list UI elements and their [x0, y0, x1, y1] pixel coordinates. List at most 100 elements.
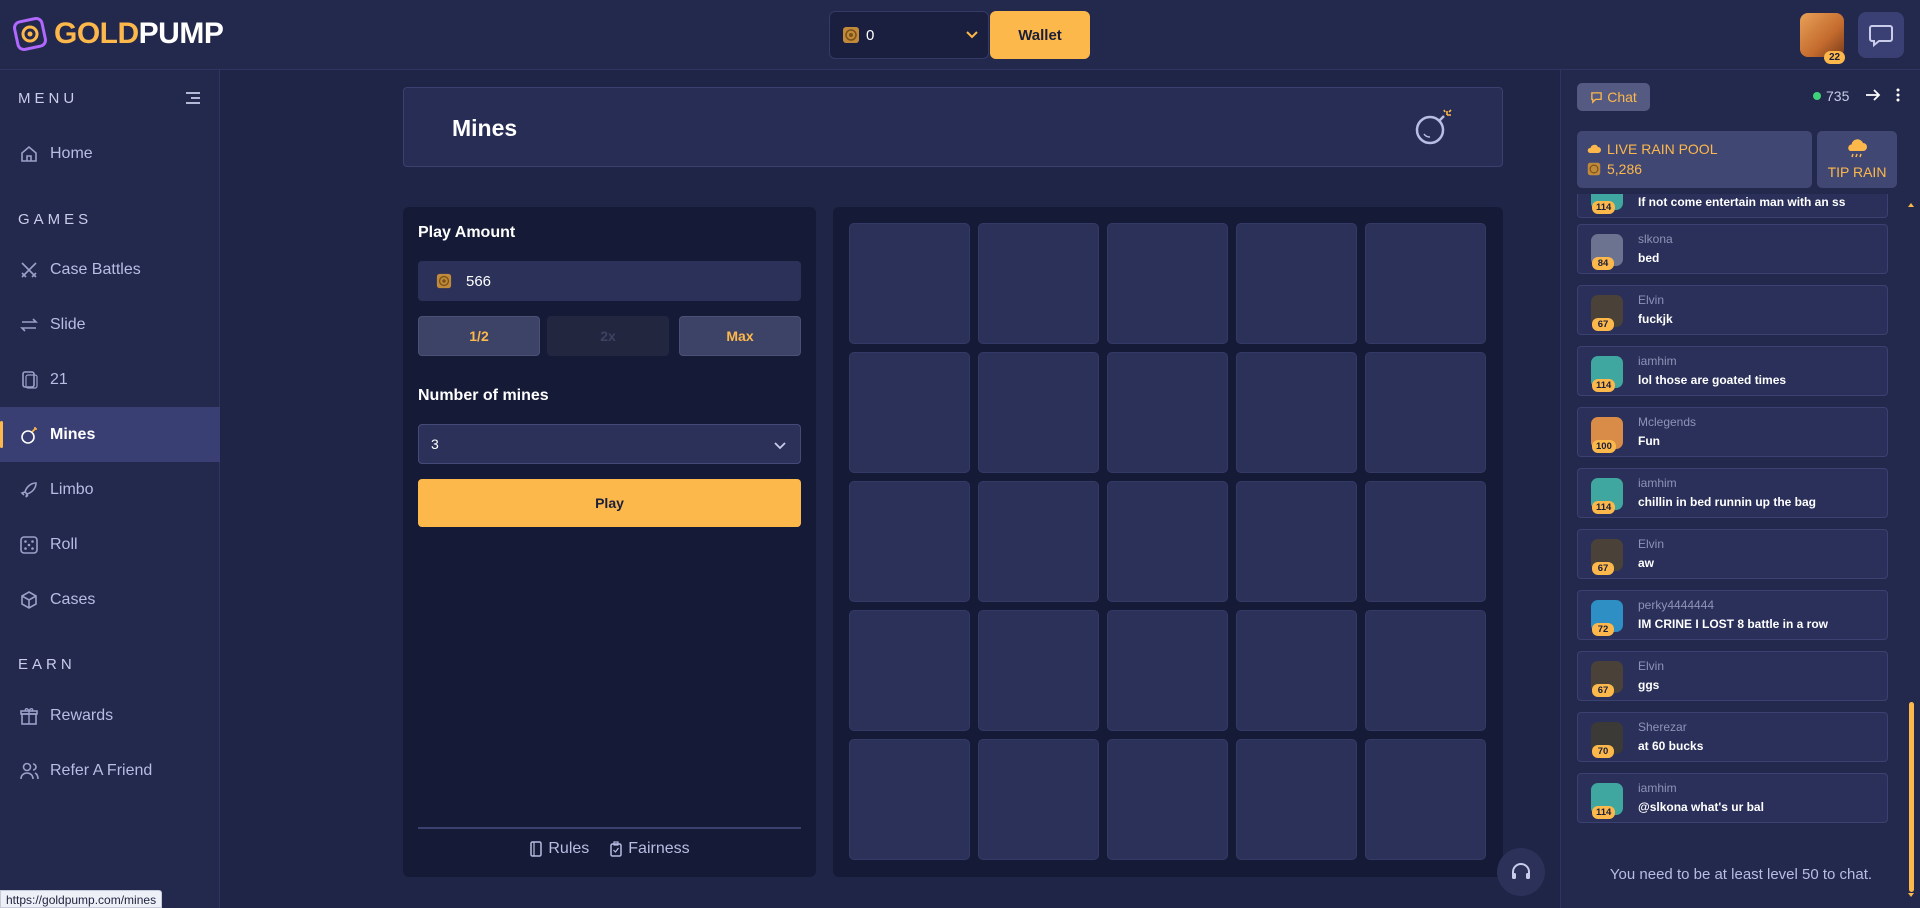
mine-tile[interactable] [1365, 610, 1486, 731]
mine-tile[interactable] [849, 481, 970, 602]
sidebar-item-rewards[interactable]: Rewards [0, 688, 220, 743]
page-title: Mines [452, 115, 518, 141]
sidebar-item-label: Mines [50, 425, 96, 443]
sidebar-item-label: Roll [50, 535, 78, 553]
sidebar-item-home[interactable]: Home [0, 126, 220, 181]
bomb-icon [1415, 109, 1452, 145]
max-amount-button[interactable]: Max [679, 316, 801, 356]
mine-tile[interactable] [978, 223, 1099, 344]
collapse-menu-icon[interactable] [184, 90, 202, 106]
sidebar-item-slide[interactable]: Slide [0, 297, 220, 352]
chat-bubble-icon [1591, 91, 1602, 104]
sidebar-item-limbo[interactable]: Limbo [0, 462, 220, 517]
balance-selector[interactable]: 0 [829, 11, 989, 59]
game-header: Mines [403, 87, 1503, 167]
message-username[interactable]: slkona [1638, 232, 1673, 246]
sidebar-item-cases[interactable]: Cases [0, 572, 220, 627]
mine-tile[interactable] [1236, 223, 1357, 344]
mine-tile[interactable] [1107, 352, 1228, 473]
more-options-icon[interactable] [1895, 87, 1901, 103]
sidebar-item-label: 21 [50, 370, 68, 388]
sidebar-item-label: Refer A Friend [50, 761, 153, 779]
tab-chat[interactable]: Chat [1577, 83, 1650, 111]
half-amount-button[interactable]: 1/2 [418, 316, 540, 356]
mine-tile[interactable] [978, 352, 1099, 473]
home-icon [18, 143, 40, 165]
tip-rain-button[interactable]: TIP RAIN [1817, 131, 1897, 188]
chat-message: 72 perky4444444 IM CRINE I LOST 8 battle i… [1577, 590, 1888, 640]
rules-link[interactable]: Rules [529, 840, 589, 858]
logo[interactable]: GOLDPUMP [12, 16, 224, 52]
box-icon [18, 589, 40, 611]
message-username[interactable]: iamhim [1638, 476, 1677, 490]
mine-tile[interactable] [1107, 739, 1228, 860]
mine-tile[interactable] [1365, 352, 1486, 473]
chat-level-notice: You need to be at least level 50 to chat… [1609, 866, 1873, 883]
mine-tile[interactable] [849, 739, 970, 860]
message-username[interactable]: iamhim [1638, 781, 1677, 795]
online-dot-icon [1813, 92, 1821, 100]
mine-tile[interactable] [1236, 739, 1357, 860]
message-username[interactable]: Sherezar [1638, 720, 1687, 734]
status-url: https://goldpump.com/mines [0, 890, 163, 908]
sidebar-item-21[interactable]: 21 [0, 352, 220, 407]
sidebar-item-refer-a-friend[interactable]: Refer A Friend [0, 743, 220, 798]
sidebar: MENU Home GAMES Case Battles Slide 21 Mi… [0, 70, 220, 908]
mine-tile[interactable] [1365, 481, 1486, 602]
sidebar-item-label: Cases [50, 590, 96, 608]
message-username[interactable]: iamhim [1638, 354, 1677, 368]
chat-panel: Chat 735 LIVE RAIN POOL 5,286 TIP RAIN 1… [1560, 70, 1920, 908]
close-chat-arrow-icon[interactable] [1864, 87, 1882, 103]
mine-tile[interactable] [1107, 223, 1228, 344]
gift-icon [18, 705, 40, 727]
chat-message: 67 Elvin fuckjk [1577, 285, 1888, 335]
mine-tile[interactable] [978, 739, 1099, 860]
mine-tile[interactable] [1365, 223, 1486, 344]
mines-count-select[interactable]: 3 [418, 424, 801, 464]
mine-tile[interactable] [849, 223, 970, 344]
chat-message: 70 Sherezar at 60 bucks [1577, 712, 1888, 762]
sidebar-item-case-battles[interactable]: Case Battles [0, 242, 220, 297]
chevron-down-icon [774, 442, 786, 450]
level-badge: 67 [1592, 562, 1614, 575]
wallet-button[interactable]: Wallet [990, 11, 1090, 59]
mine-tile[interactable] [1365, 739, 1486, 860]
mine-tile[interactable] [978, 610, 1099, 731]
mine-tile[interactable] [1236, 352, 1357, 473]
message-text: lol those are goated times [1638, 373, 1787, 387]
play-amount-input[interactable]: 566 [418, 261, 801, 301]
play-button[interactable]: Play [418, 479, 801, 527]
mine-tile[interactable] [1236, 481, 1357, 602]
message-username[interactable]: Mclegends [1638, 415, 1696, 429]
mine-tile[interactable] [849, 352, 970, 473]
rocket-icon [18, 479, 40, 501]
message-username[interactable]: Elvin [1638, 537, 1664, 551]
message-username[interactable]: Elvin [1638, 293, 1664, 307]
sidebar-item-mines[interactable]: Mines [0, 407, 220, 462]
mine-tile[interactable] [978, 481, 1099, 602]
message-username[interactable]: perky4444444 [1638, 598, 1714, 612]
cards-icon [18, 369, 40, 391]
message-text: chillin in bed runnin up the bag [1638, 495, 1816, 509]
mine-tile[interactable] [1107, 610, 1228, 731]
chat-scroll-thumb[interactable] [1909, 702, 1914, 892]
chat-message: 114 iamhim chillin in bed runnin up the ba… [1577, 468, 1888, 518]
chat-message: 100 Mclegends Fun [1577, 407, 1888, 457]
message-text: @slkona what's ur bal [1638, 800, 1764, 814]
user-avatar[interactable]: 22 [1800, 13, 1846, 64]
message-text: IM CRINE I LOST 8 battle in a row [1638, 617, 1829, 631]
coin-icon [1587, 162, 1601, 176]
double-amount-button[interactable]: 2x [547, 316, 669, 356]
coin-icon [436, 273, 452, 289]
chat-toggle-button[interactable] [1858, 12, 1904, 58]
sidebar-item-roll[interactable]: Roll [0, 517, 220, 572]
support-button[interactable] [1497, 848, 1545, 896]
mine-tile[interactable] [1107, 481, 1228, 602]
message-username[interactable]: Elvin [1638, 659, 1664, 673]
mine-tile[interactable] [849, 610, 970, 731]
live-rain-pool: LIVE RAIN POOL 5,286 [1577, 131, 1812, 188]
mine-tile[interactable] [1236, 610, 1357, 731]
fairness-link[interactable]: Fairness [609, 840, 690, 858]
level-badge: 114 [1592, 201, 1616, 214]
chevron-down-icon [966, 31, 978, 39]
